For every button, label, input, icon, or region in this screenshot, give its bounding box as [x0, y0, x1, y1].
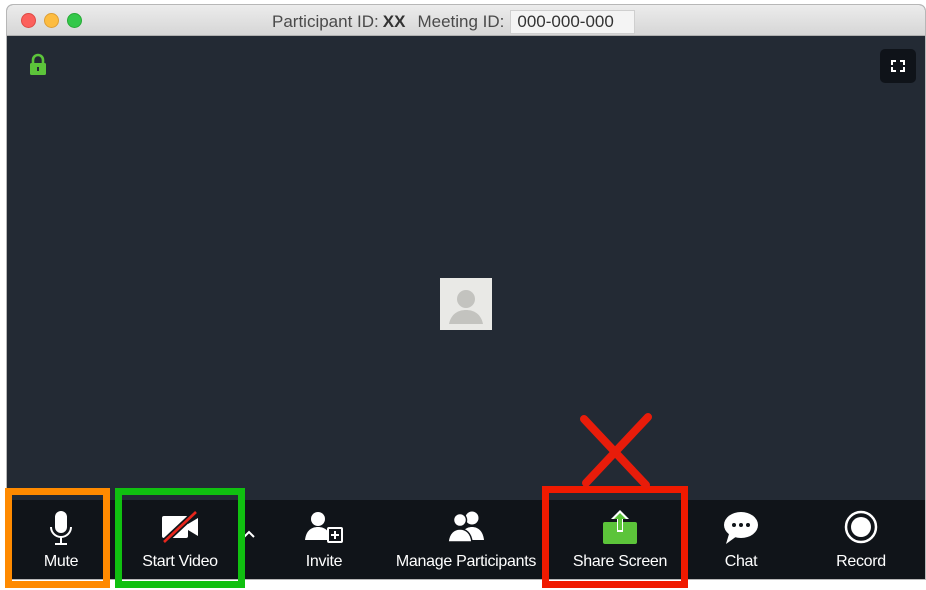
lock-icon[interactable] — [29, 53, 47, 82]
chat-button[interactable]: Chat — [697, 500, 785, 579]
start-video-button[interactable]: Start Video — [125, 500, 235, 579]
manage-participants-label: Manage Participants — [395, 553, 537, 570]
video-options-button[interactable] — [238, 500, 260, 579]
meeting-id-label: Meeting ID: — [417, 12, 505, 31]
chat-label: Chat — [724, 553, 758, 570]
title-bar: Participant ID: XX Meeting ID: 000-000-000 — [7, 5, 925, 36]
participant-id-value: XX — [382, 12, 406, 31]
start-video-label: Start Video — [142, 553, 218, 570]
share-screen-label: Share Screen — [572, 553, 668, 570]
meeting-toolbar: Mute Start Video Invite Manage Participa… — [7, 500, 925, 579]
participant-id-label: Participant ID: — [272, 12, 379, 31]
meeting-window: Participant ID: XX Meeting ID: 000-000-000 — [7, 5, 925, 579]
window-title: Participant ID: XX Meeting ID: 000-000-000 — [272, 10, 635, 34]
cross-mark-icon — [578, 413, 654, 494]
manage-participants-button[interactable]: Manage Participants — [387, 500, 545, 579]
invite-button[interactable]: Invite — [279, 500, 369, 579]
mute-label: Mute — [43, 553, 79, 570]
fullscreen-icon[interactable] — [880, 49, 916, 83]
microphone-icon — [49, 510, 73, 553]
share-screen-icon — [600, 510, 640, 551]
record-icon — [843, 510, 879, 551]
mute-button[interactable]: Mute — [15, 500, 107, 579]
video-off-icon — [158, 509, 202, 549]
chat-icon — [721, 510, 761, 551]
maximize-window-button[interactable] — [67, 13, 82, 28]
share-screen-button[interactable]: Share Screen — [557, 500, 683, 579]
chevron-up-icon — [242, 526, 256, 544]
invite-icon — [302, 510, 346, 549]
meeting-id-value: 000-000-000 — [510, 10, 635, 34]
invite-label: Invite — [305, 553, 343, 570]
participants-icon — [444, 510, 488, 549]
minimize-window-button[interactable] — [44, 13, 59, 28]
record-button[interactable]: Record — [817, 500, 905, 579]
record-label: Record — [836, 553, 886, 570]
participant-avatar — [440, 278, 492, 330]
close-window-button[interactable] — [21, 13, 36, 28]
